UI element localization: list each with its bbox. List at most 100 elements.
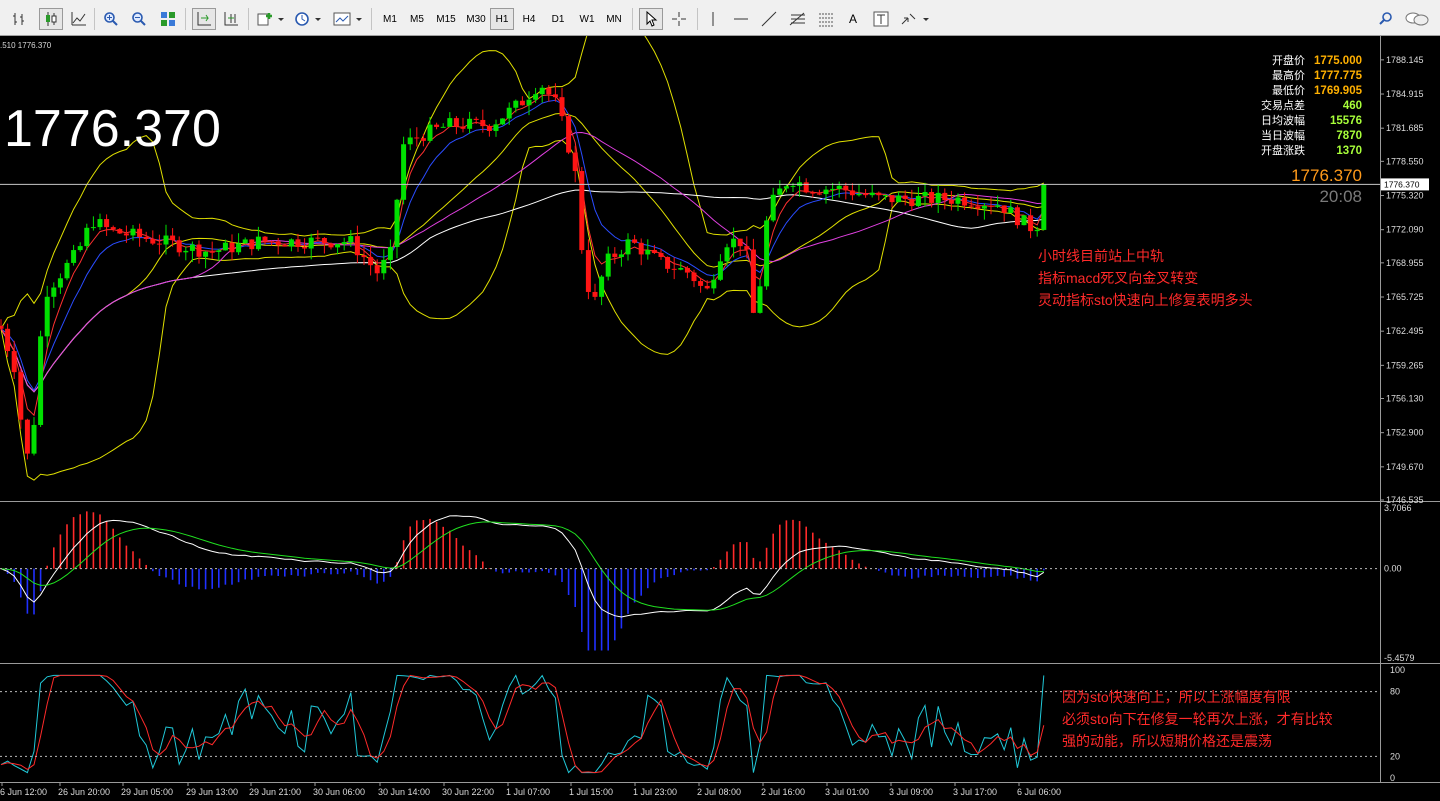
line-chart-icon[interactable] xyxy=(68,8,90,30)
candle-body xyxy=(275,241,281,246)
candle-body xyxy=(724,247,730,262)
candle-body xyxy=(856,193,862,196)
candle-body xyxy=(790,185,796,187)
candle-body xyxy=(315,237,321,239)
candle-body xyxy=(823,189,829,195)
periods-icon[interactable] xyxy=(292,8,324,30)
channel-icon[interactable] xyxy=(814,8,838,30)
timeframe-d1[interactable]: D1 xyxy=(546,8,570,30)
zoom-out-icon[interactable] xyxy=(128,8,150,30)
candle-body xyxy=(988,205,994,207)
candles-icon[interactable] xyxy=(39,8,63,30)
candle-body xyxy=(381,259,387,274)
timeframe-m1[interactable]: M1 xyxy=(378,8,402,30)
vertical-line-icon[interactable] xyxy=(702,8,724,30)
candle-body xyxy=(513,100,519,108)
price-chart[interactable]: .510 1776.3701776.3701776.37020:08 3.706… xyxy=(0,10,1440,797)
candle-body xyxy=(704,285,710,289)
candle-body xyxy=(203,251,209,257)
timeframe-mn[interactable]: MN xyxy=(602,8,626,30)
candle-body xyxy=(368,257,374,266)
timeframe-w1[interactable]: W1 xyxy=(575,8,599,30)
time-tick-label: 3 Jul 01:00 xyxy=(825,787,869,796)
timeframe-m5[interactable]: M5 xyxy=(405,8,429,30)
candle-body xyxy=(645,250,651,255)
candle-body xyxy=(849,190,855,196)
candle-body xyxy=(684,268,690,273)
candle-body xyxy=(777,188,783,195)
candle-body xyxy=(123,233,129,236)
candle-body xyxy=(764,220,770,287)
candle-body xyxy=(1034,229,1040,232)
candle-body xyxy=(632,239,638,243)
price-tick-label: 1752.900 xyxy=(1386,428,1424,438)
candle-body xyxy=(434,124,440,127)
candle-body xyxy=(209,251,215,253)
candle-body xyxy=(31,424,37,454)
candle-body xyxy=(38,336,44,425)
candle-body xyxy=(183,250,189,253)
candle-body xyxy=(269,241,275,243)
macd-tick-label: 0.00 xyxy=(1384,564,1402,574)
candle-body xyxy=(90,227,96,229)
text-icon[interactable]: A xyxy=(842,8,864,30)
candle-body xyxy=(361,255,367,258)
candle-body xyxy=(84,227,90,247)
time-tick-label: 30 Jun 14:00 xyxy=(378,787,430,796)
candle-body xyxy=(341,242,347,245)
candle-body xyxy=(460,126,466,129)
horizontal-line-icon[interactable] xyxy=(730,8,752,30)
fibonacci-icon[interactable] xyxy=(786,8,810,30)
candle-body xyxy=(288,239,294,247)
crosshair-icon[interactable] xyxy=(667,8,691,30)
candle-body xyxy=(671,268,677,270)
candle-body xyxy=(968,205,974,207)
templates-icon[interactable] xyxy=(331,8,365,30)
candle-body xyxy=(328,243,334,248)
timeframe-h1[interactable]: H1 xyxy=(490,8,514,30)
candle-body xyxy=(282,245,288,247)
tile-windows-icon[interactable] xyxy=(157,8,179,30)
corner-label: .510 1776.370 xyxy=(0,41,52,50)
candle-body xyxy=(955,197,961,204)
candle-body xyxy=(51,287,57,297)
zoom-in-icon[interactable] xyxy=(100,8,122,30)
trendline-icon[interactable] xyxy=(758,8,780,30)
candle-body xyxy=(354,236,360,256)
chart-shift-icon[interactable] xyxy=(220,8,242,30)
candle-body xyxy=(519,100,525,106)
candle-body xyxy=(962,197,968,206)
arrows-icon[interactable] xyxy=(898,8,932,30)
candle-body xyxy=(57,278,63,288)
candle-body xyxy=(24,419,30,454)
candle-body xyxy=(150,239,156,244)
cursor-icon[interactable] xyxy=(639,8,663,30)
timeframe-m15[interactable]: M15 xyxy=(432,8,460,30)
candle-body xyxy=(295,239,301,248)
stoch-tick-label: 20 xyxy=(1390,751,1400,761)
chat-icon[interactable] xyxy=(1402,8,1432,30)
candle-body xyxy=(5,328,11,352)
candle-body xyxy=(810,192,816,194)
price-tick-label: 1788.145 xyxy=(1386,55,1424,65)
candle-body xyxy=(948,200,954,204)
candle-body xyxy=(440,126,446,128)
candle-body xyxy=(566,116,572,153)
candle-body xyxy=(64,262,70,279)
autoscroll-icon[interactable] xyxy=(192,8,216,30)
candle-body xyxy=(71,250,77,263)
candle-body xyxy=(77,246,83,251)
new-indicator-icon[interactable] xyxy=(255,8,287,30)
timeframe-h4[interactable]: H4 xyxy=(517,8,541,30)
candle-body xyxy=(427,124,433,141)
search-icon[interactable] xyxy=(1376,8,1396,30)
timeframe-m30[interactable]: M30 xyxy=(462,8,490,30)
text-label-icon[interactable] xyxy=(869,8,893,30)
time-tick-label: 6 Jul 06:00 xyxy=(1017,787,1061,796)
candle-body xyxy=(236,243,242,253)
bar-chart-icon[interactable] xyxy=(8,8,30,30)
annotation-stoch-line: 因为sto快速向上，所以上涨幅度有限 xyxy=(1062,689,1291,705)
price-tick-label: 1762.495 xyxy=(1386,326,1424,336)
candle-body xyxy=(691,272,697,282)
chart-window[interactable]: .510 1776.370 1776.370 1776.370 20:08 3.706… xyxy=(0,10,1440,797)
